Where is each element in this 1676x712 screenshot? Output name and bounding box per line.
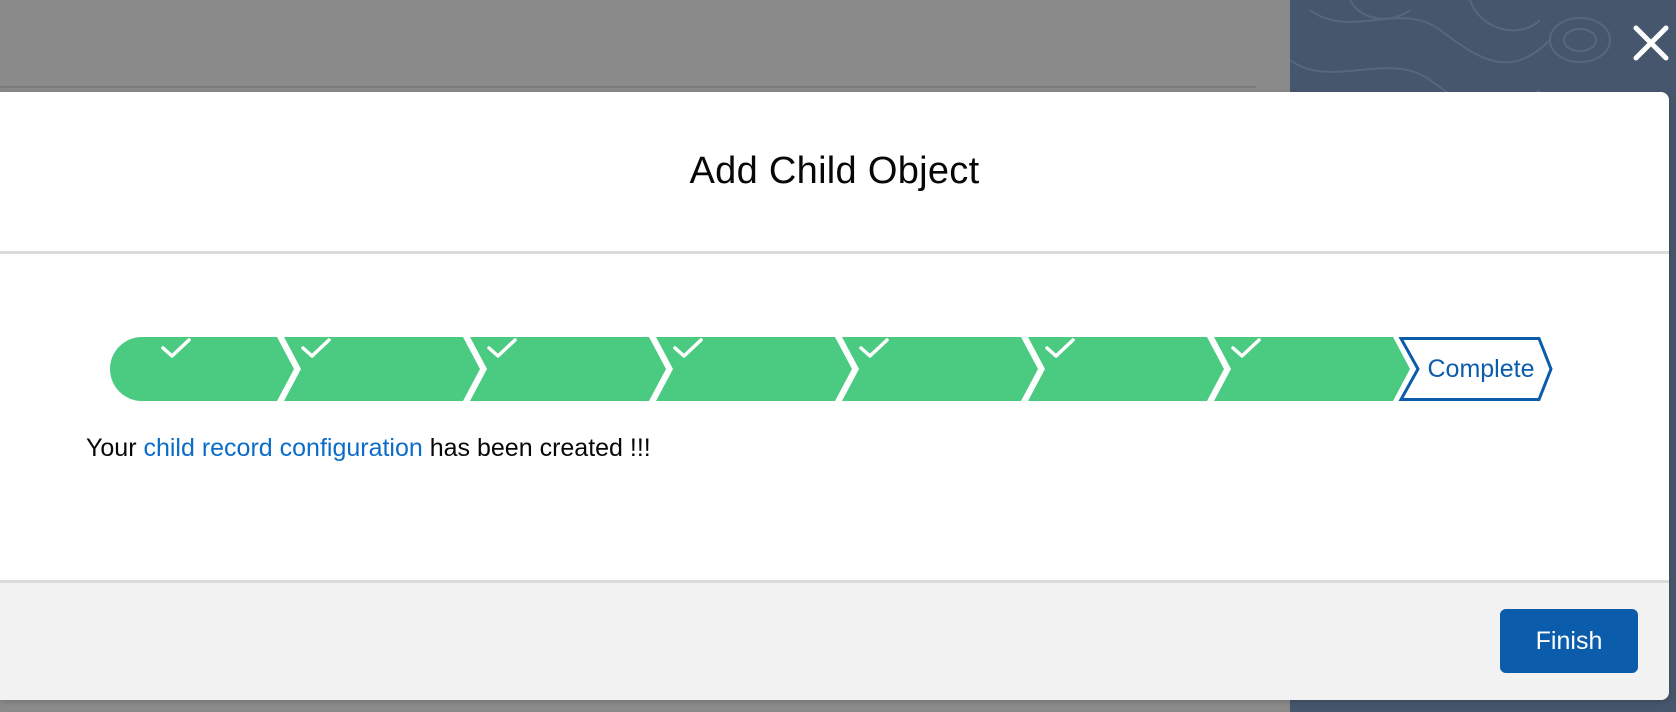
- progress-path: Complete: [110, 337, 1553, 401]
- modal-title: Add Child Object: [689, 150, 980, 192]
- modal-header: Add Child Object: [0, 92, 1669, 254]
- close-button[interactable]: [1628, 20, 1674, 66]
- path-step-2-button[interactable]: [300, 337, 460, 401]
- finish-button[interactable]: Finish: [1500, 609, 1638, 673]
- check-icon: [859, 338, 889, 358]
- check-icon: [673, 338, 703, 358]
- check-icon: [161, 338, 191, 358]
- path-step-3-button[interactable]: [486, 337, 646, 401]
- check-icon: [1231, 338, 1261, 358]
- path-step-7-button[interactable]: [1230, 337, 1390, 401]
- child-record-configuration-link[interactable]: child record configuration: [143, 434, 422, 462]
- message-prefix: Your: [86, 434, 137, 462]
- check-icon: [487, 338, 517, 358]
- path-step-5-button[interactable]: [858, 337, 1018, 401]
- add-child-object-modal: Add Child Object Complete Your child rec…: [0, 92, 1669, 700]
- check-icon: [301, 338, 331, 358]
- message-suffix: has been created !!!: [429, 434, 651, 462]
- close-icon: [1633, 25, 1669, 61]
- path-step-1-button[interactable]: [160, 337, 280, 401]
- path-step-4-button[interactable]: [672, 337, 832, 401]
- path-step-8-complete[interactable]: Complete: [1416, 337, 1546, 401]
- success-message: Your child record configuration has been…: [86, 434, 651, 463]
- background-divider: [0, 86, 1256, 88]
- path-step-6-button[interactable]: [1044, 337, 1204, 401]
- modal-footer: Finish: [0, 580, 1669, 700]
- check-icon: [1045, 338, 1075, 358]
